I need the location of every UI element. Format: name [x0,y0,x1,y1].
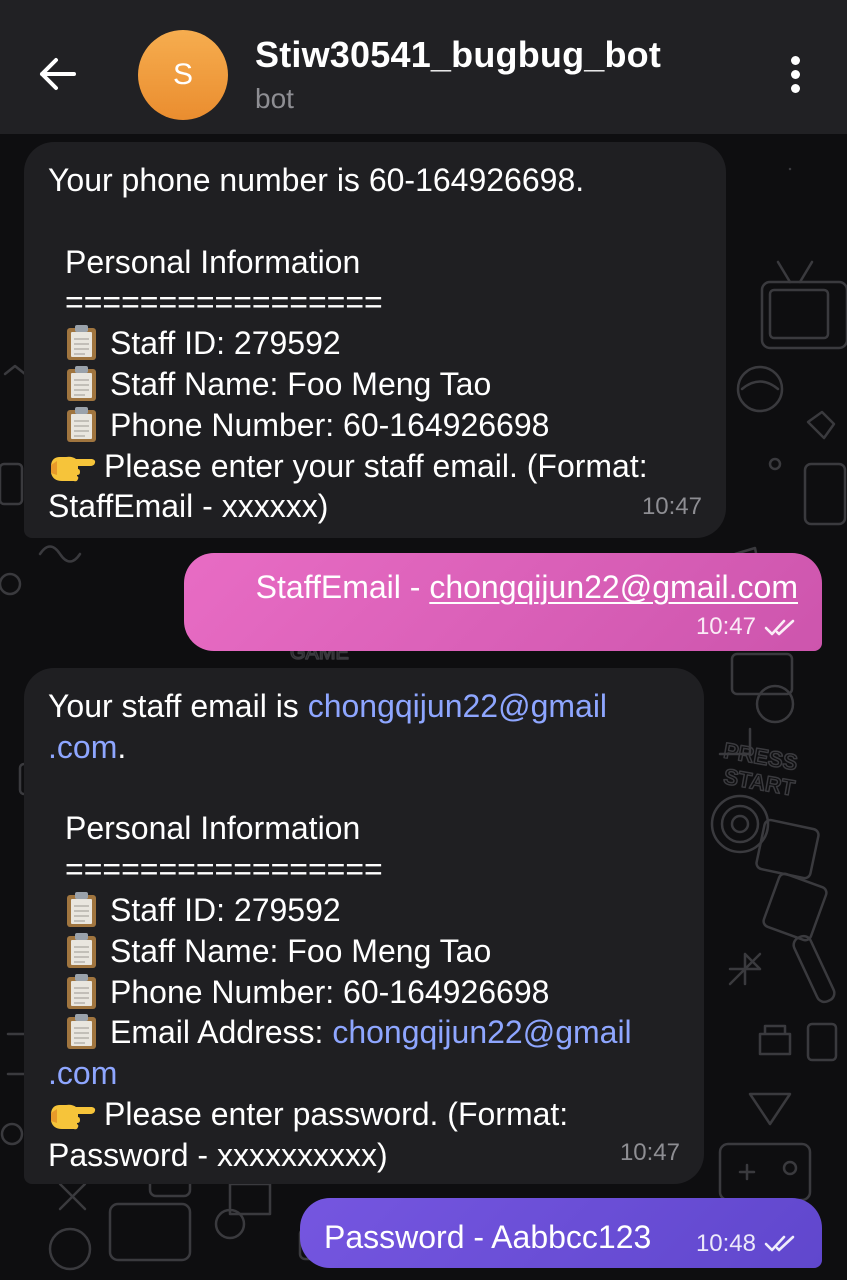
prompt-text: Please enter password. (Format: [104,1095,569,1132]
pointing-right-emoji-icon [48,451,96,483]
message-text: Your phone number is 60-164926698. [48,162,585,198]
arrow-left-icon [40,58,76,90]
message-text: . [117,728,127,765]
clipboard-emoji-icon [65,365,98,402]
message-text: Your staff email is [48,688,308,724]
message-time: 10:47 [619,1139,680,1167]
email-link[interactable]: chongqijun22@gmail [332,1014,631,1050]
divider-text: ================= [65,284,383,321]
outgoing-message[interactable]: Password - Aabbcc123 10:48 [300,1198,822,1268]
section-title: Personal Information [65,810,361,847]
prompt-text: Please enter your staff email. (Format: [104,447,648,484]
double-check-icon [764,1234,798,1254]
message-text: StaffEmail - [255,569,430,605]
clipboard-emoji-icon [65,324,98,361]
pointing-right-emoji-icon [48,1099,96,1131]
more-options-button[interactable] [770,48,820,100]
outgoing-message[interactable]: StaffEmail - chongqijun22@gmail.com 10:4… [184,553,822,651]
message-text: Password - Aabbcc123 [324,1219,652,1255]
back-button[interactable] [28,46,88,102]
staff-name-text: Staff Name: Foo Meng Tao [110,932,492,969]
chat-title[interactable]: Stiw30541_bugbug_bot [255,34,661,76]
more-vertical-icon [790,55,800,65]
chat-header: S Stiw30541_bugbug_bot bot [0,0,847,134]
message-time: 10:48 [695,1230,756,1257]
prompt-format-text: Password - xxxxxxxxxx) [48,1136,388,1173]
double-check-icon [764,618,798,638]
email-address-label: Email Address: [110,1014,333,1051]
message-time: 10:47 [695,612,756,640]
email-link-continued[interactable]: .com [48,729,117,765]
clipboard-emoji-icon [65,932,98,969]
section-title: Personal Information [65,243,361,280]
email-link[interactable]: chongqijun22@gmail.com [429,569,798,605]
avatar-letter: S [172,58,193,91]
staff-name-text: Staff Name: Foo Meng Tao [110,365,492,402]
phone-number-text: Phone Number: 60-164926698 [110,973,550,1010]
staff-id-text: Staff ID: 279592 [110,325,341,362]
clipboard-emoji-icon [65,1013,98,1050]
bot-avatar[interactable]: S [138,30,228,120]
staff-id-text: Staff ID: 279592 [110,891,341,928]
clipboard-emoji-icon [65,891,98,928]
clipboard-emoji-icon [65,406,98,443]
divider-text: ================= [65,851,383,888]
message-time: 10:47 [641,493,702,521]
email-link[interactable]: chongqijun22@gmail [308,688,607,724]
prompt-format-text: StaffEmail - xxxxxx) [48,488,329,525]
incoming-message[interactable]: Your staff email is chongqijun22@gmail .… [24,668,704,1184]
clipboard-emoji-icon [65,973,98,1010]
email-link-continued[interactable]: .com [48,1055,117,1091]
phone-number-text: Phone Number: 60-164926698 [110,406,550,443]
incoming-message[interactable]: Your phone number is 60-164926698. Perso… [24,142,726,538]
message-list[interactable]: Your phone number is 60-164926698. Perso… [0,134,847,1280]
chat-subtitle: bot [255,83,294,114]
